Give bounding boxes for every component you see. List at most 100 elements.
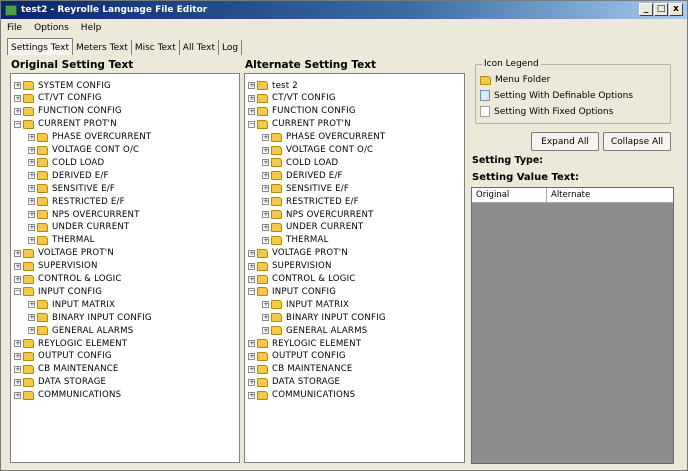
tree-node[interactable]: + BINARY INPUT CONFIG <box>28 311 152 324</box>
collapse-icon[interactable]: − <box>14 120 21 128</box>
tab-meters-text[interactable]: Meters Text <box>72 40 132 55</box>
expand-icon[interactable]: + <box>262 236 269 244</box>
expand-icon[interactable]: + <box>28 327 35 335</box>
tree-node[interactable]: + SYSTEM CONFIG <box>14 79 111 92</box>
tree-node[interactable]: + CT/VT CONFIG <box>14 92 102 105</box>
expand-icon[interactable]: + <box>248 378 255 386</box>
expand-icon[interactable]: + <box>14 378 21 386</box>
expand-icon[interactable]: + <box>28 172 35 180</box>
expand-icon[interactable]: + <box>28 159 35 167</box>
expand-icon[interactable]: + <box>28 185 35 193</box>
minimize-button[interactable]: _ <box>639 3 653 16</box>
tree-node[interactable]: + UNDER CURRENT <box>28 221 129 234</box>
expand-icon[interactable]: + <box>262 223 269 231</box>
expand-icon[interactable]: + <box>14 262 21 270</box>
expand-icon[interactable]: + <box>14 107 21 115</box>
tree-node[interactable]: + UNDER CURRENT <box>262 221 363 234</box>
tree-node[interactable]: + FUNCTION CONFIG <box>14 105 122 118</box>
expand-icon[interactable]: + <box>262 159 269 167</box>
collapse-icon[interactable]: − <box>14 288 21 296</box>
expand-icon[interactable]: + <box>14 94 21 102</box>
expand-icon[interactable]: + <box>14 391 21 399</box>
collapse-all-button[interactable]: Collapse All <box>603 132 671 151</box>
maximize-button[interactable]: □ <box>654 3 668 16</box>
tree-node[interactable]: + COMMUNICATIONS <box>248 389 355 402</box>
tree-node[interactable]: + PHASE OVERCURRENT <box>28 131 151 144</box>
tree-node[interactable]: + OUTPUT CONFIG <box>14 350 112 363</box>
expand-icon[interactable]: + <box>28 301 35 309</box>
tree-node[interactable]: + DERIVED E/F <box>262 169 343 182</box>
tree-node[interactable]: + CB MAINTENANCE <box>248 363 353 376</box>
close-button[interactable]: x <box>669 3 683 16</box>
tree-node[interactable]: + FUNCTION CONFIG <box>248 105 356 118</box>
expand-icon[interactable]: + <box>14 275 21 283</box>
tree-node[interactable]: + CT/VT CONFIG <box>248 92 336 105</box>
collapse-icon[interactable]: − <box>248 288 255 296</box>
expand-all-button[interactable]: Expand All <box>531 132 599 151</box>
tree-node[interactable]: + VOLTAGE PROT'N <box>14 247 114 260</box>
expand-icon[interactable]: + <box>248 249 255 257</box>
expand-icon[interactable]: + <box>262 301 269 309</box>
tree-node[interactable]: + GENERAL ALARMS <box>28 324 133 337</box>
expand-icon[interactable]: + <box>14 82 21 89</box>
expand-icon[interactable]: + <box>248 365 255 373</box>
expand-icon[interactable]: + <box>14 249 21 257</box>
expand-icon[interactable]: + <box>28 133 35 141</box>
menu-help[interactable]: Help <box>81 23 102 33</box>
expand-icon[interactable]: + <box>248 275 255 283</box>
expand-icon[interactable]: + <box>28 236 35 244</box>
tree-node[interactable]: + CB MAINTENANCE <box>14 363 119 376</box>
tab-misc-text[interactable]: Misc Text <box>131 40 180 55</box>
tree-node[interactable]: + NPS OVERCURRENT <box>262 208 374 221</box>
expand-icon[interactable]: + <box>262 198 269 206</box>
tree-node[interactable]: + COLD LOAD <box>28 156 104 169</box>
tree-node[interactable]: + DERIVED E/F <box>28 169 109 182</box>
tree-node[interactable]: + CONTROL & LOGIC <box>14 273 122 286</box>
tree-node[interactable]: + NPS OVERCURRENT <box>28 208 140 221</box>
tab-all-text[interactable]: All Text <box>179 40 220 55</box>
expand-icon[interactable]: + <box>262 314 269 322</box>
tree-node[interactable]: + VOLTAGE CONT O/C <box>28 144 139 157</box>
expand-icon[interactable]: + <box>248 262 255 270</box>
tree-node[interactable]: + BINARY INPUT CONFIG <box>262 311 386 324</box>
tree-node[interactable]: + REYLOGIC ELEMENT <box>248 337 361 350</box>
tree-node[interactable]: + test 2 <box>248 79 298 92</box>
setting-value-table[interactable]: Original Alternate <box>471 187 674 464</box>
title-bar[interactable]: test2 - Reyrolle Language File Editor _ … <box>1 1 687 19</box>
tree-node[interactable]: + OUTPUT CONFIG <box>248 350 346 363</box>
tree-node[interactable]: + VOLTAGE PROT'N <box>248 247 348 260</box>
tree-node[interactable]: + DATA STORAGE <box>248 376 340 389</box>
collapse-icon[interactable]: − <box>248 120 255 128</box>
expand-icon[interactable]: + <box>248 391 255 399</box>
tree-node[interactable]: + SUPERVISION <box>14 260 98 273</box>
expand-icon[interactable]: + <box>28 211 35 218</box>
tree-node[interactable]: + COLD LOAD <box>262 156 338 169</box>
column-alternate[interactable]: Alternate <box>547 188 673 202</box>
expand-icon[interactable]: + <box>28 223 35 231</box>
tree-node[interactable]: + VOLTAGE CONT O/C <box>262 144 373 157</box>
tree-node[interactable]: + RESTRICTED E/F <box>28 195 125 208</box>
tree-node[interactable]: + SENSITIVE E/F <box>262 182 349 195</box>
expand-icon[interactable]: + <box>14 340 21 347</box>
tree-node[interactable]: − CURRENT PROT'N <box>248 118 351 131</box>
tree-node[interactable]: + CONTROL & LOGIC <box>248 273 356 286</box>
tree-node[interactable]: + THERMAL <box>262 234 329 247</box>
tree-node[interactable]: − INPUT CONFIG <box>248 285 336 298</box>
tab-log[interactable]: Log <box>219 40 243 55</box>
expand-icon[interactable]: + <box>262 185 269 193</box>
alternate-tree[interactable]: + test 2 + CT/VT CONFIG + FUNCTION CONFIG − CUR… <box>244 73 465 463</box>
tree-node[interactable]: + SUPERVISION <box>248 260 332 273</box>
expand-icon[interactable]: + <box>14 365 21 373</box>
expand-icon[interactable]: + <box>248 352 255 360</box>
tree-node[interactable]: + INPUT MATRIX <box>262 298 349 311</box>
expand-icon[interactable]: + <box>248 94 255 102</box>
expand-icon[interactable]: + <box>262 146 269 154</box>
original-tree[interactable]: + SYSTEM CONFIG + CT/VT CONFIG + FUNCTION CON… <box>10 73 240 463</box>
tree-node[interactable]: + COMMUNICATIONS <box>14 389 121 402</box>
menu-file[interactable]: File <box>7 23 22 33</box>
tree-node[interactable]: + RESTRICTED E/F <box>262 195 359 208</box>
expand-icon[interactable]: + <box>262 133 269 141</box>
expand-icon[interactable]: + <box>28 146 35 154</box>
expand-icon[interactable]: + <box>248 107 255 115</box>
tree-node[interactable]: − CURRENT PROT'N <box>14 118 117 131</box>
